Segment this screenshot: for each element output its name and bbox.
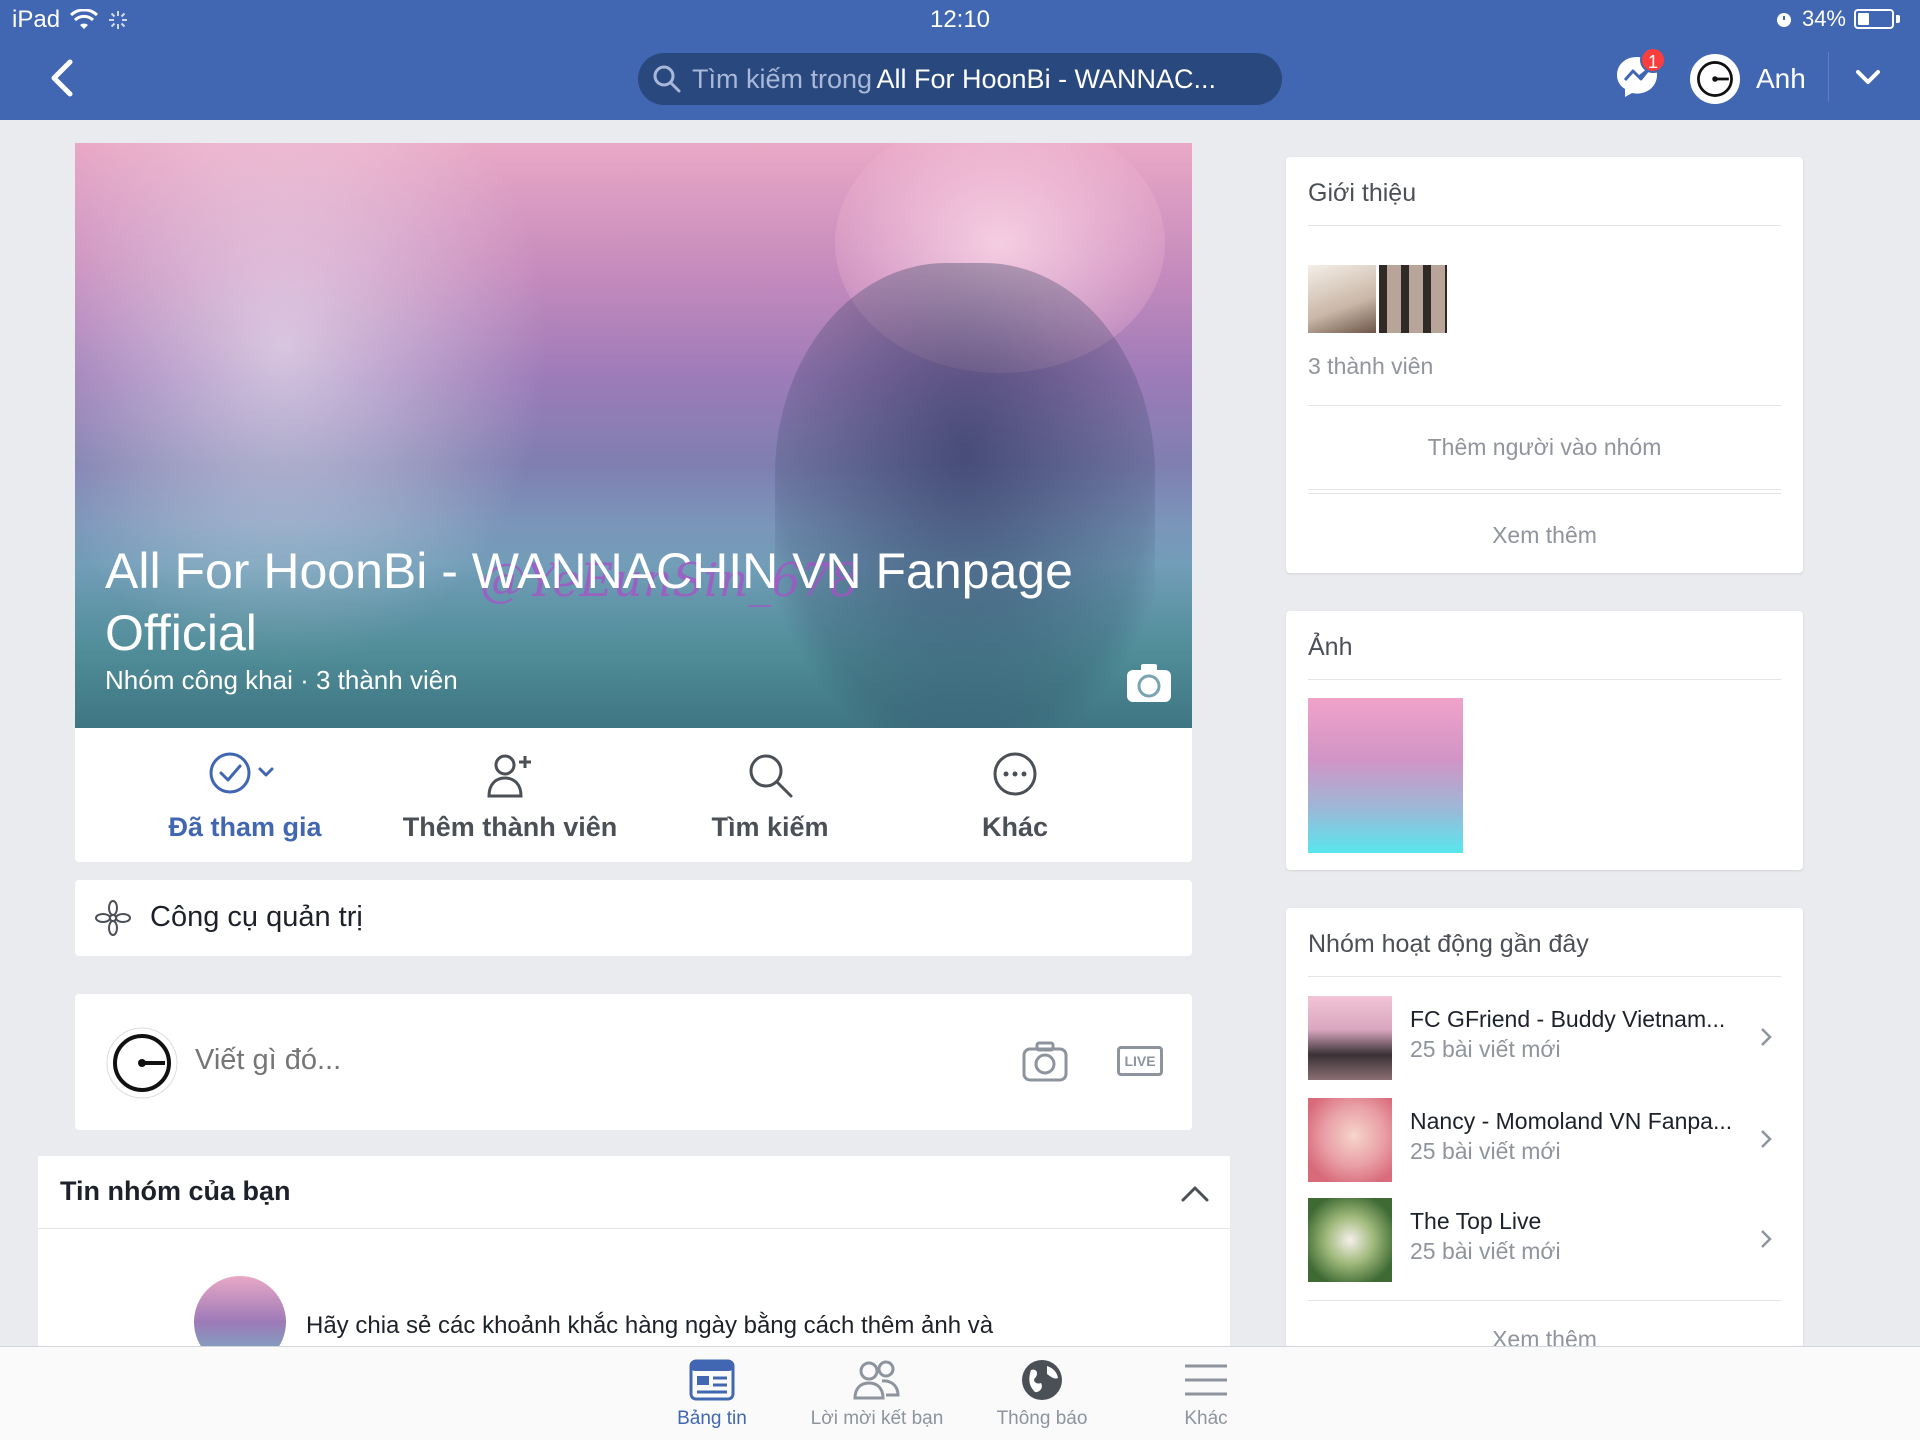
recent-group-posts: 25 bài viết mới (1410, 1036, 1561, 1062)
photos-card: Ảnh (1286, 611, 1803, 870)
more-button[interactable]: Khác (935, 728, 1095, 862)
tab-label: Thông báo (996, 1408, 1088, 1429)
messenger-badge: 1 (1640, 47, 1666, 73)
photos-title: Ảnh (1308, 633, 1353, 661)
battery-nub (1896, 15, 1900, 23)
stories-title: Tin nhóm của bạn (60, 1176, 291, 1206)
status-time: 12:10 (929, 6, 991, 33)
photos-divider (1308, 679, 1781, 680)
group-action-bar: Đã tham gia Thêm thành viên Tìm kiếm Khá… (75, 728, 1192, 862)
member-avatar[interactable] (1379, 265, 1447, 333)
battery-icon (1854, 9, 1894, 29)
admin-tools-label: Công cụ quản trị (150, 901, 363, 933)
photo-thumbnail[interactable] (1308, 698, 1463, 853)
chevron-up-icon[interactable] (1178, 1182, 1212, 1206)
nav-divider (1828, 52, 1829, 102)
status-right: 34% (1774, 6, 1900, 32)
search-icon (749, 754, 793, 798)
globe-icon (1022, 1360, 1062, 1400)
search-group-label: Tìm kiếm (711, 812, 829, 842)
recent-group-item[interactable]: FC GFriend - Buddy Vietnam... 25 bài viế… (1308, 996, 1781, 1080)
group-cover-photo[interactable]: @YeEunSin_678 All For HoonBi - WANNACHIN… (75, 143, 1192, 728)
joined-label: Đã tham gia (168, 812, 322, 842)
joined-button[interactable]: Đã tham gia (135, 728, 355, 862)
search-placeholder: Tìm kiếm trong (692, 63, 873, 94)
recent-divider (1308, 1300, 1781, 1301)
add-member-label: Thêm thành viên (402, 812, 618, 842)
add-person-icon (487, 754, 531, 798)
chevron-down-icon[interactable] (1850, 64, 1886, 92)
camera-icon[interactable] (1022, 1040, 1068, 1082)
tab-label: Lời mời kết bạn (810, 1408, 944, 1429)
composer-avatar (105, 1026, 179, 1100)
post-composer: LIVE (75, 994, 1192, 1130)
menu-icon (1185, 1364, 1227, 1396)
intro-divider (1308, 493, 1781, 494)
more-label: Khác (981, 812, 1049, 842)
chevron-right-icon (1761, 1130, 1772, 1148)
group-title: All For HoonBi - WANNACHIN VN Fanpage Of… (105, 543, 1073, 661)
profile-avatar[interactable] (1690, 54, 1740, 104)
composer-input[interactable] (195, 1044, 795, 1077)
recent-group-name: The Top Live (1410, 1208, 1542, 1234)
admin-tools-icon (95, 900, 131, 936)
news-feed-icon (689, 1359, 735, 1401)
group-search-input[interactable]: Tìm kiếm trong All For HoonBi - WANNAC..… (638, 53, 1282, 105)
admin-tools-row[interactable]: Công cụ quản trị (75, 880, 1192, 956)
group-privacy-members: Nhóm công khai · 3 thành viên (105, 665, 458, 695)
recent-group-thumb (1308, 1098, 1392, 1182)
check-circle-icon (209, 752, 274, 794)
member-count: 3 thành viên (1308, 353, 1434, 379)
camera-icon[interactable] (1125, 662, 1173, 704)
battery-percent: 34% (1801, 6, 1846, 31)
stories-divider (38, 1228, 1230, 1229)
intro-divider (1308, 225, 1781, 226)
live-video-button[interactable]: LIVE (1117, 1046, 1163, 1076)
tab-label: Khác (1184, 1408, 1228, 1429)
intro-divider (1308, 489, 1781, 490)
recent-group-posts: 25 bài viết mới (1410, 1238, 1561, 1264)
recent-group-name: Nancy - Momoland VN Fanpa... (1410, 1108, 1733, 1134)
tab-notifications[interactable]: Thông báo (962, 1358, 1122, 1430)
chevron-right-icon (1761, 1028, 1772, 1046)
alarm-icon (1776, 13, 1791, 27)
bottom-tab-bar (0, 1346, 1920, 1440)
tab-news-feed[interactable]: Bảng tin (632, 1358, 792, 1430)
friends-icon (853, 1360, 900, 1400)
recent-group-item[interactable]: The Top Live 25 bài viết mới (1308, 1198, 1781, 1282)
chevron-right-icon (1761, 1230, 1772, 1248)
search-icon (653, 65, 681, 93)
profile-name[interactable]: Anh (1756, 63, 1806, 95)
search-group-button[interactable]: Tìm kiếm (665, 728, 875, 862)
intro-title: Giới thiệu (1308, 179, 1417, 207)
recent-group-thumb (1308, 1198, 1392, 1282)
back-arrow-icon[interactable] (44, 56, 80, 100)
recent-divider (1308, 976, 1781, 977)
tab-friend-requests[interactable]: Lời mời kết bạn (797, 1358, 957, 1430)
intro-see-more-link[interactable]: Xem thêm (1286, 522, 1803, 549)
recent-group-posts: 25 bài viết mới (1410, 1138, 1561, 1164)
group-stories-section: Tin nhóm của bạn Hãy chia sẻ các khoảnh … (38, 1156, 1230, 1368)
add-member-button[interactable]: Thêm thành viên (385, 728, 635, 862)
more-icon (993, 752, 1037, 796)
search-query: All For HoonBi - WANNAC... (876, 63, 1217, 94)
recent-group-thumb (1308, 996, 1392, 1080)
tab-label: Bảng tin (677, 1408, 747, 1429)
recent-groups-card: Nhóm hoạt động gần đây FC GFriend - Budd… (1286, 908, 1803, 1368)
member-avatar[interactable] (1308, 265, 1376, 333)
recent-group-name: FC GFriend - Buddy Vietnam... (1410, 1006, 1726, 1032)
intro-divider (1308, 405, 1781, 406)
tab-more[interactable]: Khác (1126, 1358, 1286, 1430)
stories-prompt-text: Hãy chia sẻ các khoảnh khắc hàng ngày bằ… (306, 1312, 994, 1339)
recent-group-item[interactable]: Nancy - Momoland VN Fanpa... 25 bài viết… (1308, 1098, 1781, 1182)
recent-title: Nhóm hoạt động gần đây (1308, 930, 1589, 958)
add-people-link[interactable]: Thêm người vào nhóm (1286, 434, 1803, 461)
intro-card: Giới thiệu 3 thành viên Thêm người vào n… (1286, 157, 1803, 573)
